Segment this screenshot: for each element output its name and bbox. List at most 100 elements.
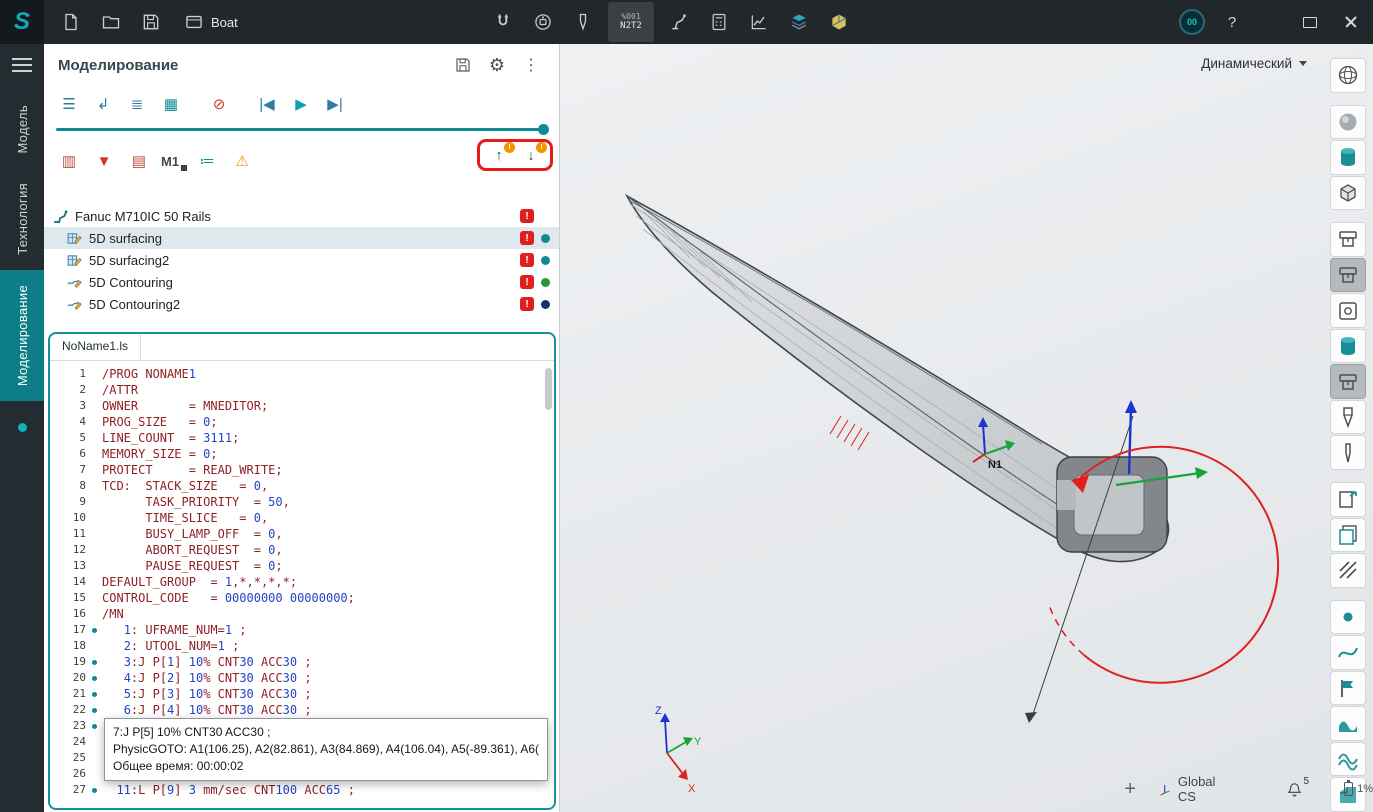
toolbar-icon	[1336, 712, 1360, 736]
code-line[interactable]: 2 /ATTR	[50, 382, 554, 398]
code-line[interactable]: 5 LINE_COUNT = 3111;	[50, 430, 554, 446]
pages-icon[interactable]	[1330, 518, 1366, 553]
view-wireframe-icon[interactable]	[1330, 58, 1366, 93]
boat-hull[interactable]	[627, 196, 1169, 562]
toolpath-visible-icon[interactable]	[1330, 364, 1366, 399]
tree-item-5d-surfacing[interactable]: 5D surfacing !	[44, 227, 559, 249]
layers-icon[interactable]	[782, 5, 816, 39]
tree-item-5d-contouring[interactable]: 5D Contouring !	[44, 271, 559, 293]
close-button[interactable]	[1343, 14, 1359, 30]
workpiece-box-icon[interactable]	[1330, 176, 1366, 211]
code-line[interactable]: 14 DEFAULT_GROUP = 1,*,*,*,*;	[50, 574, 554, 590]
collision-detected-icon[interactable]: ▼	[91, 148, 117, 174]
warnings-icon[interactable]: ⚠	[229, 148, 255, 174]
editor-file-tab[interactable]: NoName1.ls	[50, 334, 141, 360]
stock-cylinder-icon[interactable]	[1330, 140, 1366, 175]
tree-item-5d-surfacing2[interactable]: 5D surfacing2 !	[44, 249, 559, 271]
user-avatar[interactable]: 00	[1179, 9, 1205, 35]
code-line[interactable]: 27 11:L P[9] 3 mm/sec CNT100 ACC65 ;	[50, 782, 554, 798]
hatch-icon[interactable]	[1330, 553, 1366, 588]
save-file-icon[interactable]	[134, 5, 168, 39]
sidebar-tab-technology[interactable]: Технология	[0, 168, 44, 270]
calculator-icon[interactable]	[702, 5, 736, 39]
simulation-magnet-icon[interactable]	[486, 5, 520, 39]
robot-setup-icon[interactable]	[662, 5, 696, 39]
code-line[interactable]: 21 5:J P[3] 10% CNT30 ACC30 ;	[50, 686, 554, 702]
surface-icon[interactable]	[1330, 706, 1366, 741]
move-up-button[interactable]: !	[490, 145, 508, 165]
sidebar-tab-model[interactable]: Модель	[0, 90, 44, 168]
sheet-export-icon[interactable]	[1330, 482, 1366, 517]
statistics-icon[interactable]	[742, 5, 776, 39]
code-line[interactable]: 4 PROG_SIZE = 0;	[50, 414, 554, 430]
skip-to-end-icon[interactable]: ▶|	[322, 91, 348, 117]
tree-item-fanuc-m710ic-50-rails[interactable]: Fanuc M710IC 50 Rails !	[44, 205, 559, 227]
code-line[interactable]: 16 /MN	[50, 606, 554, 622]
code-line[interactable]: 12 ABORT_REQUEST = 0,	[50, 542, 554, 558]
tool-holder-icon[interactable]	[1330, 400, 1366, 435]
stop-simulation-icon[interactable]: ⊘	[206, 91, 232, 117]
code-line[interactable]: 10 TIME_SLICE = 0,	[50, 510, 554, 526]
code-line[interactable]: 17 1: UFRAME_NUM=1 ;	[50, 622, 554, 638]
notifications-button[interactable]: 5	[1286, 781, 1309, 798]
code-line[interactable]: 11 BUSY_LAMP_OFF = 0,	[50, 526, 554, 542]
open-file-icon[interactable]	[94, 5, 128, 39]
editor-scrollbar[interactable]	[545, 368, 552, 410]
collision-edit-icon[interactable]: ▤	[126, 148, 152, 174]
tree-item-5d-contouring2[interactable]: 5D Contouring2 !	[44, 293, 559, 315]
skip-to-start-icon[interactable]: |◀	[254, 91, 280, 117]
global-cs-selector[interactable]: Global CS	[1158, 774, 1227, 804]
stock-model-icon[interactable]	[1330, 329, 1366, 364]
code-line[interactable]: 15 CONTROL_CODE = 00000000 00000000;	[50, 590, 554, 606]
settings-button[interactable]	[483, 51, 511, 79]
document-tab[interactable]: Boat	[184, 12, 238, 32]
maximize-button[interactable]	[1303, 17, 1317, 28]
code-line[interactable]: 22 6:J P[4] 10% CNT30 ACC30 ;	[50, 702, 554, 718]
point-icon[interactable]	[1330, 600, 1366, 635]
code-line[interactable]: 6 MEMORY_SIZE = 0;	[50, 446, 554, 462]
code-text: TASK_PRIORITY = 50,	[102, 494, 290, 510]
play-icon[interactable]: ▶	[288, 91, 314, 117]
code-line[interactable]: 1 /PROG NONAME1	[50, 366, 554, 382]
collision-machine-icon[interactable]: ▥	[56, 148, 82, 174]
app-logo[interactable]: S	[0, 0, 44, 44]
move-down-button[interactable]: !	[522, 145, 540, 165]
postprocessor-icon[interactable]	[822, 5, 856, 39]
program-structure-icon[interactable]: ☰	[56, 91, 82, 117]
machining-mode-icon[interactable]	[526, 5, 560, 39]
region-icon[interactable]	[1330, 742, 1366, 777]
code-line[interactable]: 13 PAUSE_REQUEST = 0;	[50, 558, 554, 574]
code-line[interactable]: 9 TASK_PRIORITY = 50,	[50, 494, 554, 510]
code-line[interactable]: 8 TCD: STACK_SIZE = 0,	[50, 478, 554, 494]
simulation-progress[interactable]	[44, 122, 559, 135]
progress-knob[interactable]	[538, 124, 549, 135]
code-line[interactable]: 3 OWNER = MNEDITOR;	[50, 398, 554, 414]
add-cs-button[interactable]: +	[1120, 779, 1140, 799]
code-line[interactable]: 7 PROTECT = READ_WRITE;	[50, 462, 554, 478]
help-button[interactable]: ?	[1225, 14, 1239, 31]
follow-line-icon[interactable]: ↲	[90, 91, 116, 117]
fixture-icon[interactable]	[1330, 293, 1366, 328]
drill-icon[interactable]	[1330, 435, 1366, 470]
gcode-program-button[interactable]: %001 N2T2	[608, 2, 654, 42]
spline-icon[interactable]	[1330, 635, 1366, 670]
selection-frame-icon[interactable]: ▦	[158, 91, 184, 117]
menu-icon[interactable]	[12, 58, 32, 72]
viewport-3d[interactable]: N1 Z Y X Динамический + Global CS 5	[560, 44, 1373, 812]
sidebar-tab-modeling[interactable]: Моделирование	[0, 270, 44, 401]
code-line[interactable]: 20 4:J P[2] 10% CNT30 ACC30 ;	[50, 670, 554, 686]
m1-code-label[interactable]: M1	[161, 154, 185, 169]
view-shaded-icon[interactable]	[1330, 105, 1366, 140]
code-line[interactable]: 19 3:J P[1] 10% CNT30 ACC30 ;	[50, 654, 554, 670]
flag-icon[interactable]	[1330, 671, 1366, 706]
new-file-icon[interactable]	[54, 5, 88, 39]
machine-icon[interactable]	[1330, 222, 1366, 257]
code-line[interactable]: 18 2: UTOOL_NUM=1 ;	[50, 638, 554, 654]
text-view-icon[interactable]: ≣	[124, 91, 150, 117]
view-mode-dropdown[interactable]: Динамический	[1201, 56, 1307, 71]
program-text-icon[interactable]: ≔	[194, 148, 220, 174]
more-options-button[interactable]	[517, 51, 545, 79]
tool-setup-icon[interactable]	[566, 5, 600, 39]
machine-visible-icon[interactable]	[1330, 258, 1366, 293]
save-program-button[interactable]	[449, 51, 477, 79]
